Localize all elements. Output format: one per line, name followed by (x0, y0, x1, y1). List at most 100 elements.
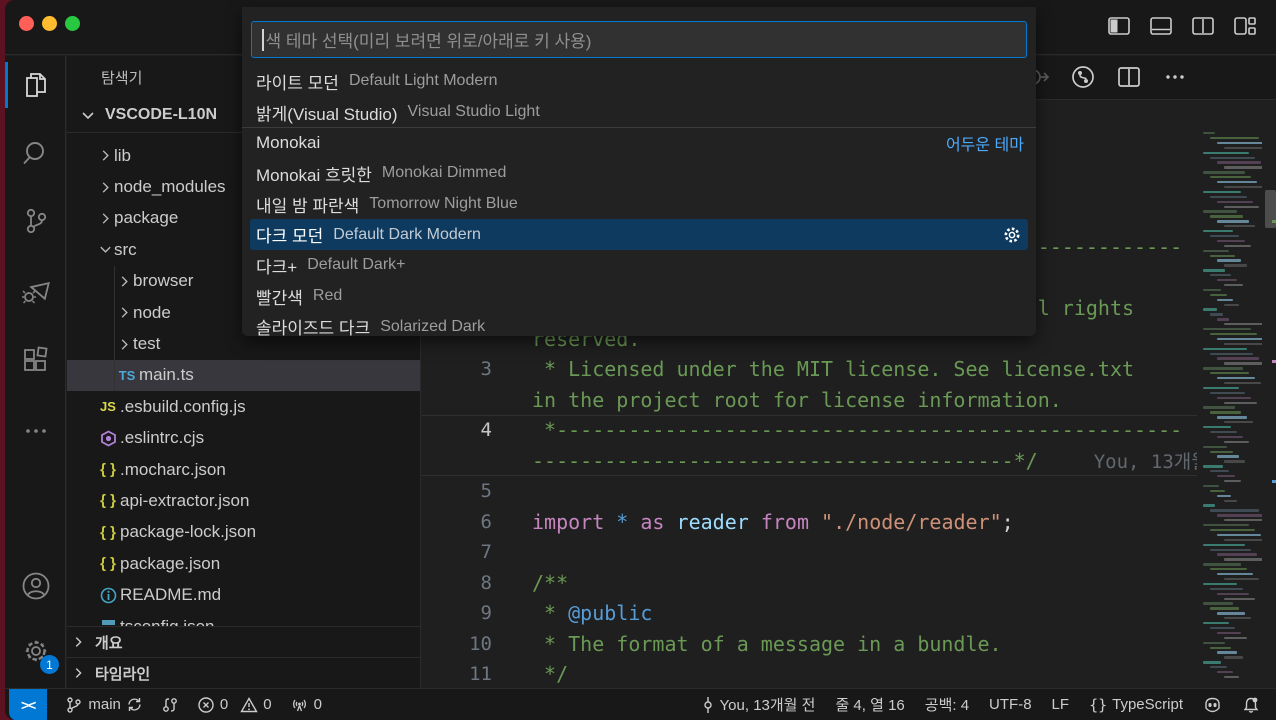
encoding-item[interactable]: UTF-8 (989, 696, 1032, 713)
code-line: 11 */ (422, 659, 1197, 688)
overview-ruler-mark (1272, 360, 1276, 363)
split-editor-icon[interactable] (1116, 64, 1142, 95)
account-icon[interactable] (5, 561, 66, 611)
notifications-item[interactable] (1242, 696, 1260, 714)
editor-scrollbar[interactable] (1265, 100, 1276, 688)
code-line: 7 (422, 537, 1197, 568)
tree-item-api-extractor-json[interactable]: { }api-extractor.json (67, 485, 420, 516)
close-window-button[interactable] (19, 16, 34, 31)
search-icon[interactable] (5, 128, 66, 178)
minimize-window-button[interactable] (42, 16, 57, 31)
quickpick-item-description: Red (313, 287, 342, 305)
braces-icon: {} (1089, 696, 1107, 714)
cursor-position-item[interactable]: 줄 4, 열 16 (835, 694, 904, 715)
quickpick-input[interactable]: 색 테마 선택(미리 보려면 위로/아래로 키 사용) (251, 21, 1027, 58)
additional-views-icon[interactable] (5, 406, 66, 456)
quickpick-placeholder: 색 테마 선택(미리 보려면 위로/아래로 키 사용) (266, 27, 592, 52)
tree-item-label: .esbuild.config.js (120, 397, 246, 417)
quickpick-item-description: Default Light Modern (349, 72, 498, 90)
quickpick-item-label: 밝게(Visual Studio) (256, 100, 398, 125)
run-and-debug-icon[interactable] (5, 266, 66, 316)
line-number: 9 (422, 602, 492, 624)
tsconfig-file-icon (96, 618, 120, 626)
theme-quickpick: 색 테마 선택(미리 보려면 위로/아래로 키 사용) 라이트 모던Defaul… (242, 7, 1036, 336)
line-number: 11 (422, 663, 492, 685)
copilot-item[interactable] (1203, 696, 1222, 714)
code-line: 3 * Licensed under the MIT license. See … (422, 354, 1197, 385)
minimap[interactable] (1197, 128, 1262, 688)
chevron-right-icon (96, 148, 114, 163)
source-control-graph-icon[interactable] (1070, 64, 1096, 95)
quickpick-item[interactable]: 다크+Default Dark+ (242, 250, 1036, 281)
eol-item[interactable]: LF (1052, 696, 1070, 713)
tree-item-tsconfig-json[interactable]: tsconfig.json (67, 611, 420, 626)
tree-item-label: package (114, 208, 178, 228)
ports-item[interactable]: 0 (290, 696, 322, 714)
more-actions-icon[interactable] (1162, 64, 1188, 95)
quickpick-item[interactable]: 솔라이즈드 다크Solarized Dark (242, 312, 1036, 337)
tree-item-package-lock-json[interactable]: { }package-lock.json (67, 517, 420, 548)
configure-theme-gear-icon[interactable] (1002, 225, 1022, 245)
settings-gear-icon[interactable]: 1 (5, 626, 66, 676)
toggle-panel-icon[interactable] (1148, 13, 1174, 39)
outline-section-header[interactable]: 개요 (67, 626, 420, 657)
text-caret (262, 29, 264, 51)
tree-item-main-ts[interactable]: TSmain.ts (67, 360, 420, 391)
tree-item--mocharc-json[interactable]: { }.mocharc.json (67, 454, 420, 485)
quickpick-item[interactable]: 밝게(Visual Studio)Visual Studio Light (242, 97, 1036, 128)
quickpick-item[interactable]: Monokai 흐릿한Monokai Dimmed (242, 158, 1036, 189)
tree-item-readme-md[interactable]: README.md (67, 579, 420, 610)
status-bar: >< main 0 0 0 You, 13개월 (5, 688, 1276, 720)
quickpick-item[interactable]: Monokai 어두운 테마 (242, 127, 1036, 158)
sidebar-title: 탐색기 (101, 67, 142, 88)
quickpick-item-label: Monokai (256, 133, 320, 153)
overview-ruler-mark (1272, 480, 1276, 483)
quickpick-item[interactable]: 다크 모던Default Dark Modern (250, 219, 1028, 250)
tree-item-package-json[interactable]: { }package.json (67, 548, 420, 579)
sync-icon (126, 696, 143, 713)
extensions-icon[interactable] (5, 336, 66, 386)
explorer-icon[interactable] (5, 60, 66, 110)
quickpick-item[interactable]: 라이트 모던Default Light Modern (242, 66, 1036, 97)
tree-item--esbuild-config-js[interactable]: JS.esbuild.config.js (67, 391, 420, 422)
chevron-right-icon (115, 305, 133, 320)
json-file-icon: { } (96, 524, 120, 541)
indent-guide (114, 266, 115, 392)
overview-ruler-mark (1272, 220, 1276, 223)
toggle-secondary-sidebar-icon[interactable] (1190, 13, 1216, 39)
git-branch-item[interactable]: main (65, 696, 143, 714)
indentation-item[interactable]: 공백: 4 (925, 694, 969, 715)
eslint-file-icon (96, 430, 120, 447)
tree-item-label: README.md (120, 585, 221, 605)
language-mode-item[interactable]: {} TypeScript (1089, 696, 1183, 714)
tree-item-label: lib (114, 146, 131, 166)
chevron-right-icon (96, 211, 114, 226)
compare-changes-item[interactable] (161, 696, 179, 714)
quickpick-item[interactable]: 내일 밤 파란색Tomorrow Night Blue (242, 189, 1036, 220)
remote-indicator[interactable]: >< (9, 689, 47, 720)
json-file-icon: { } (96, 492, 120, 509)
activity-bar: 1 (5, 56, 66, 688)
outline-section-label: 개요 (95, 632, 123, 653)
quickpick-item-description: Default Dark Modern (333, 226, 481, 244)
tree-item-label: node_modules (114, 177, 226, 197)
chevron-right-icon (115, 337, 133, 352)
js-file-icon: JS (96, 399, 120, 414)
line-number: 3 (422, 358, 492, 380)
quickpick-item-description: Tomorrow Night Blue (369, 195, 518, 213)
tree-item-label: tsconfig.json (120, 617, 215, 626)
theme-group-label: 어두운 테마 (946, 131, 1024, 155)
toggle-primary-sidebar-icon[interactable] (1106, 13, 1132, 39)
customize-layout-icon[interactable] (1232, 13, 1258, 39)
git-blame-item[interactable]: You, 13개월 전 (701, 694, 816, 715)
errors-count: 0 (220, 696, 228, 713)
problems-item[interactable]: 0 0 (197, 696, 272, 714)
tree-item-label: main.ts (139, 365, 194, 385)
source-control-icon[interactable] (5, 196, 66, 246)
quickpick-item[interactable]: 빨간색Red (242, 281, 1036, 312)
timeline-section-header[interactable]: 타임라인 (67, 657, 420, 688)
zoom-window-button[interactable] (65, 16, 80, 31)
tree-item--eslintrc-cjs[interactable]: .eslintrc.cjs (67, 423, 420, 454)
code-line: 10 * The format of a message in a bundle… (422, 629, 1197, 660)
vscode-window: 1 탐색기 VSCODE-L10N libnode_modulespackage… (5, 0, 1276, 720)
